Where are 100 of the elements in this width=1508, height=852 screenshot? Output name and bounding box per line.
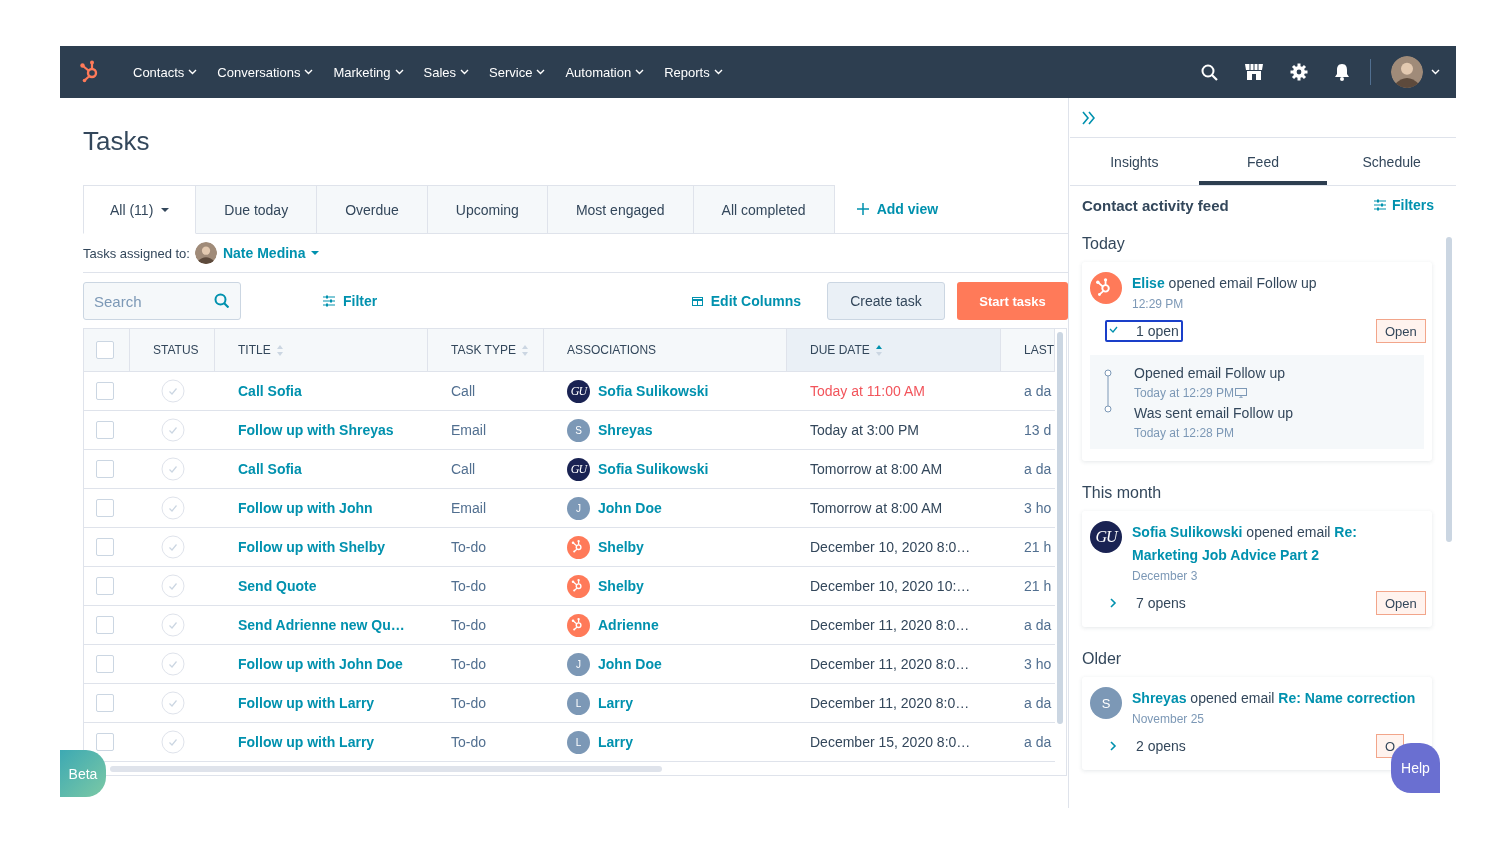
last-activity: 3 ho: [1024, 656, 1052, 672]
sidebar-tab[interactable]: Schedule: [1327, 138, 1456, 185]
task-title-link[interactable]: Follow up with John: [238, 500, 373, 516]
row-checkbox[interactable]: [96, 655, 114, 673]
nav-menu-item[interactable]: Sales: [423, 64, 470, 80]
row-checkbox[interactable]: [96, 577, 114, 595]
association-link[interactable]: Sofia Sulikowski: [598, 383, 709, 399]
storefront-icon[interactable]: [1244, 63, 1264, 81]
edit-columns-link[interactable]: Edit Columns: [691, 293, 801, 309]
view-tab[interactable]: All completed: [693, 185, 835, 234]
sprocket-avatar: [1090, 272, 1122, 304]
association-link[interactable]: John Doe: [598, 500, 662, 516]
row-checkbox[interactable]: [96, 421, 114, 439]
initial-avatar: L: [567, 730, 590, 754]
due-date: Tomorrow at 8:00 AM: [810, 461, 943, 477]
status-check-icon[interactable]: [160, 574, 185, 598]
row-checkbox[interactable]: [96, 460, 114, 478]
task-title-link[interactable]: Follow up with John Doe: [238, 656, 403, 672]
sidebar-tab[interactable]: Feed: [1198, 138, 1328, 185]
opens-toggle[interactable]: 7 opens: [1105, 592, 1190, 614]
task-type: Email: [451, 422, 486, 438]
assignee-dropdown[interactable]: Nate Medina: [194, 242, 320, 264]
association-link[interactable]: John Doe: [598, 656, 662, 672]
search-icon[interactable]: [1201, 63, 1218, 81]
row-checkbox[interactable]: [96, 382, 114, 400]
column-header[interactable]: DUE DATE: [810, 343, 882, 357]
filters-link[interactable]: Filters: [1374, 197, 1434, 213]
view-tab[interactable]: Due today: [196, 185, 318, 234]
status-check-icon[interactable]: [160, 379, 185, 403]
scrollbar[interactable]: [1446, 237, 1452, 542]
sidebar-tab[interactable]: Insights: [1070, 138, 1199, 185]
task-title-link[interactable]: Call Sofia: [238, 461, 302, 477]
last-activity: a da: [1024, 383, 1052, 399]
open-button[interactable]: Open: [1376, 591, 1426, 615]
nav-menu-item[interactable]: Service: [489, 64, 546, 80]
nav-menu-item[interactable]: Marketing: [333, 64, 404, 80]
last-activity: a da: [1024, 734, 1052, 750]
association-link[interactable]: Shelby: [598, 539, 644, 555]
open-button[interactable]: Open: [1376, 319, 1426, 343]
association-link[interactable]: Larry: [598, 734, 634, 750]
row-checkbox[interactable]: [96, 616, 114, 634]
task-title-link[interactable]: Follow up with Shelby: [238, 539, 385, 555]
row-checkbox[interactable]: [96, 499, 114, 517]
add-view-link[interactable]: Add view: [856, 185, 939, 233]
view-tab[interactable]: Overdue: [317, 185, 428, 234]
search-field[interactable]: Search: [83, 282, 241, 320]
row-checkbox[interactable]: [96, 733, 114, 751]
double-chevron-icon[interactable]: [1082, 110, 1095, 125]
task-title-link[interactable]: Follow up with Shreyas: [238, 422, 394, 438]
association-link[interactable]: Shreyas: [598, 422, 653, 438]
column-header[interactable]: TITLE: [238, 343, 283, 357]
task-title-link[interactable]: Call Sofia: [238, 383, 302, 399]
status-check-icon[interactable]: [160, 457, 185, 481]
association-link[interactable]: Shelby: [598, 578, 644, 594]
status-check-icon[interactable]: [160, 691, 185, 715]
scrollbar[interactable]: [110, 766, 662, 772]
view-tab[interactable]: Upcoming: [427, 185, 548, 234]
column-header[interactable]: ASSOCIATIONS: [567, 343, 657, 357]
sort-icon: [521, 344, 528, 356]
settings-icon[interactable]: [1290, 63, 1308, 81]
status-check-icon[interactable]: [160, 613, 185, 637]
opens-toggle[interactable]: 1 open: [1105, 320, 1183, 342]
row-checkbox[interactable]: [96, 538, 114, 556]
task-title-link[interactable]: Follow up with Larry: [238, 734, 375, 750]
sort-icon: [875, 344, 882, 356]
activity-text: Elise opened email Follow up: [1132, 274, 1318, 293]
status-check-icon[interactable]: [160, 730, 185, 754]
caret-icon: [713, 69, 723, 75]
task-title-link[interactable]: Send Quote: [238, 578, 317, 594]
association-link[interactable]: Adrienne: [598, 617, 659, 633]
status-check-icon[interactable]: [160, 496, 185, 520]
column-header[interactable]: LAST: [1024, 343, 1054, 357]
nav-menu-item[interactable]: Automation: [565, 64, 645, 80]
user-avatar[interactable]: [1391, 56, 1423, 88]
row-checkbox[interactable]: [96, 341, 114, 359]
event-title: Opened email Follow up: [1134, 364, 1286, 383]
scrollbar[interactable]: [1057, 332, 1063, 724]
initial-avatar: S: [567, 418, 590, 442]
due-date: December 10, 2020 10:…: [810, 578, 971, 594]
due-date: December 11, 2020 8:0…: [810, 695, 970, 711]
opens-toggle[interactable]: 2 opens: [1105, 735, 1190, 757]
row-checkbox[interactable]: [96, 694, 114, 712]
filter-link[interactable]: Filter: [323, 293, 378, 309]
view-tab[interactable]: All (11): [83, 185, 197, 234]
nav-menu-item[interactable]: Conversations: [217, 64, 314, 80]
status-check-icon[interactable]: [160, 652, 185, 676]
nav-menu-item[interactable]: Reports: [664, 64, 723, 80]
view-tab[interactable]: Most engaged: [547, 185, 694, 234]
association-link[interactable]: Larry: [598, 695, 634, 711]
due-date: Tomorrow at 8:00 AM: [810, 500, 943, 516]
status-check-icon[interactable]: [160, 535, 185, 559]
create-task-button[interactable]: Create task: [827, 282, 945, 320]
nav-menu-item[interactable]: Contacts: [133, 64, 198, 80]
task-title-link[interactable]: Follow up with Larry: [238, 695, 375, 711]
last-activity: a da: [1024, 461, 1052, 477]
column-header[interactable]: STATUS: [153, 343, 199, 357]
task-title-link[interactable]: Send Adrienne new Qu…: [238, 617, 405, 633]
bell-icon[interactable]: [1334, 63, 1350, 81]
status-check-icon[interactable]: [160, 418, 185, 442]
association-link[interactable]: Sofia Sulikowski: [598, 461, 709, 477]
